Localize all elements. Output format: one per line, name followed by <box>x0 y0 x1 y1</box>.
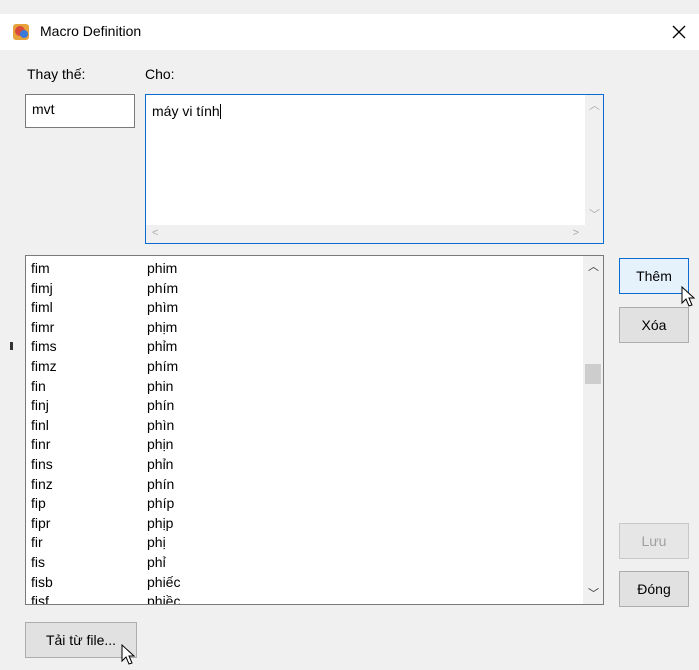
list-item-expansion: phiềc <box>147 593 181 605</box>
list-item-expansion: phỉn <box>147 456 174 472</box>
scrollbar-corner <box>585 225 603 243</box>
scroll-up-icon[interactable]: ︿ <box>589 101 600 112</box>
list-item-abbreviation: fimj <box>31 279 53 296</box>
macro-definition-dialog: Macro Definition Thay thế: Cho: mvt máy … <box>0 0 699 670</box>
list-item-expansion: phịn <box>147 436 174 453</box>
list-scrollbar[interactable]: ︿ ﹀ <box>583 256 603 604</box>
list-item-abbreviation: fipr <box>31 514 51 531</box>
list-item-abbreviation: fin <box>31 377 46 394</box>
list-item-abbreviation: finl <box>31 416 49 433</box>
list-item-expansion: phíp <box>147 495 175 512</box>
scroll-right-icon[interactable]: > <box>573 228 579 239</box>
horizontal-scrollbar[interactable]: < > <box>146 225 585 243</box>
scroll-left-icon[interactable]: < <box>152 228 158 239</box>
scroll-down-icon[interactable]: ﹀ <box>588 589 599 600</box>
list-item-expansion: phìn <box>147 416 175 433</box>
list-item-abbreviation: fins <box>31 456 53 472</box>
list-item-abbreviation: fiml <box>31 299 53 316</box>
with-label: Cho: <box>145 66 175 82</box>
list-item-abbreviation: fimr <box>31 318 55 335</box>
list-item-expansion: phỉ <box>147 554 166 570</box>
expansion-textarea[interactable]: máy vi tính ︿ ﹀ < > <box>145 94 604 244</box>
macro-list[interactable]: fim phim fimj phím fiml phìm fimr phịm fims phỉm f… <box>25 255 604 605</box>
list-item-expansion: phim <box>147 260 178 276</box>
replace-label: Thay thế: <box>27 66 86 82</box>
list-item-expansion: phìm <box>147 299 179 316</box>
list-item-abbreviation: fim <box>31 260 50 276</box>
list-item-expansion: phím <box>147 358 179 374</box>
app-icon <box>13 24 29 40</box>
list-item-abbreviation: finz <box>31 475 53 492</box>
scroll-thumb[interactable] <box>585 364 601 384</box>
list-item-expansion: phịp <box>147 514 174 531</box>
list-item-abbreviation: fisb <box>31 573 53 590</box>
close-button[interactable]: Đóng <box>619 571 689 607</box>
list-item-abbreviation: fisf <box>31 593 49 605</box>
list-item-expansion: phím <box>147 279 179 296</box>
scroll-up-icon[interactable]: ︿ <box>588 262 599 273</box>
save-button[interactable]: Lưu <box>619 523 689 559</box>
list-item-expansion: phịm <box>147 318 178 335</box>
mouse-pointer-icon <box>121 644 136 665</box>
delete-button[interactable]: Xóa <box>619 307 689 343</box>
text-caret <box>219 104 221 119</box>
list-item-expansion: phín <box>147 397 175 414</box>
list-item-expansion: phin <box>147 377 174 394</box>
list-item-expansion: phị <box>147 534 166 551</box>
list-item-expansion: phín <box>147 475 175 492</box>
list-item-abbreviation: fimz <box>31 358 57 374</box>
list-item-abbreviation: finj <box>31 397 49 414</box>
list-item-abbreviation: finr <box>31 436 51 453</box>
close-icon[interactable] <box>665 18 693 46</box>
resize-grip[interactable] <box>10 342 13 350</box>
list-item-expansion: phiếc <box>147 573 181 590</box>
expansion-value: máy vi tính <box>152 103 220 119</box>
add-button[interactable]: Thêm <box>619 258 689 294</box>
list-item-abbreviation: fip <box>31 495 46 512</box>
list-item-expansion: phỉm <box>147 338 178 355</box>
window-title: Macro Definition <box>40 23 142 39</box>
scroll-down-icon[interactable]: ﹀ <box>589 210 600 221</box>
title-bar[interactable]: Macro Definition <box>0 14 699 50</box>
abbreviation-value: mvt <box>32 101 55 117</box>
abbreviation-input[interactable]: mvt <box>25 94 135 128</box>
list-item-abbreviation: fims <box>31 338 57 355</box>
list-item-abbreviation: fir <box>31 534 43 551</box>
vertical-scrollbar[interactable]: ︿ ﹀ <box>585 95 603 225</box>
mouse-pointer-icon <box>681 286 696 307</box>
list-item-abbreviation: fis <box>31 554 45 570</box>
